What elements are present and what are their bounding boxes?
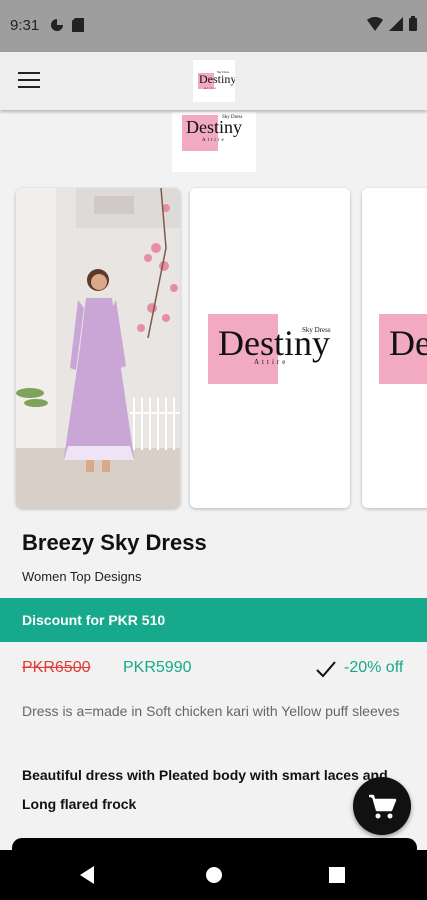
battery-icon <box>409 16 417 31</box>
brand-logo-text: Destiny <box>186 117 242 137</box>
product-description: Dress is a=made in Soft chicken kari wit… <box>22 703 400 719</box>
product-image-card[interactable] <box>16 188 180 508</box>
shopping-cart-icon <box>369 794 397 819</box>
product-photo <box>16 188 180 508</box>
recents-icon[interactable] <box>329 867 345 883</box>
discount-percent: -20% off <box>344 659 404 676</box>
product-image-card[interactable]: Destiny Sky Dress Attire <box>190 188 350 508</box>
app-logo-text: Destiny <box>199 72 235 86</box>
back-icon[interactable] <box>80 866 94 884</box>
signal-icon <box>389 16 403 31</box>
gallery-logo: Destiny Sky Dress Attire <box>190 188 350 508</box>
product-title: Breezy Sky Dress <box>22 530 207 555</box>
status-time: 9:31 <box>10 17 40 34</box>
product-category: Women Top Designs <box>22 569 142 584</box>
discount-banner: Discount for PKR 510 <box>0 598 427 642</box>
status-bar: 9:31 <box>0 0 427 52</box>
app-logo[interactable]: Destiny Sky Dress Attire <box>193 60 235 102</box>
app-bar: Destiny Sky Dress Attire <box>0 52 427 110</box>
gallery-logo-partial: De <box>362 188 427 508</box>
data-saver-icon <box>51 19 63 31</box>
price-discounted: PKR5990 <box>123 659 192 676</box>
wifi-icon <box>367 16 383 31</box>
sim-card-icon <box>72 18 84 32</box>
check-icon <box>316 661 336 678</box>
home-icon[interactable] <box>206 867 222 883</box>
product-image-card[interactable]: De <box>362 188 427 508</box>
hamburger-menu-icon[interactable] <box>18 72 40 90</box>
brand-logo: Destiny Sky Dress Attire <box>172 112 256 172</box>
cart-button[interactable] <box>353 777 411 835</box>
price-original: PKR6500 <box>22 659 91 676</box>
